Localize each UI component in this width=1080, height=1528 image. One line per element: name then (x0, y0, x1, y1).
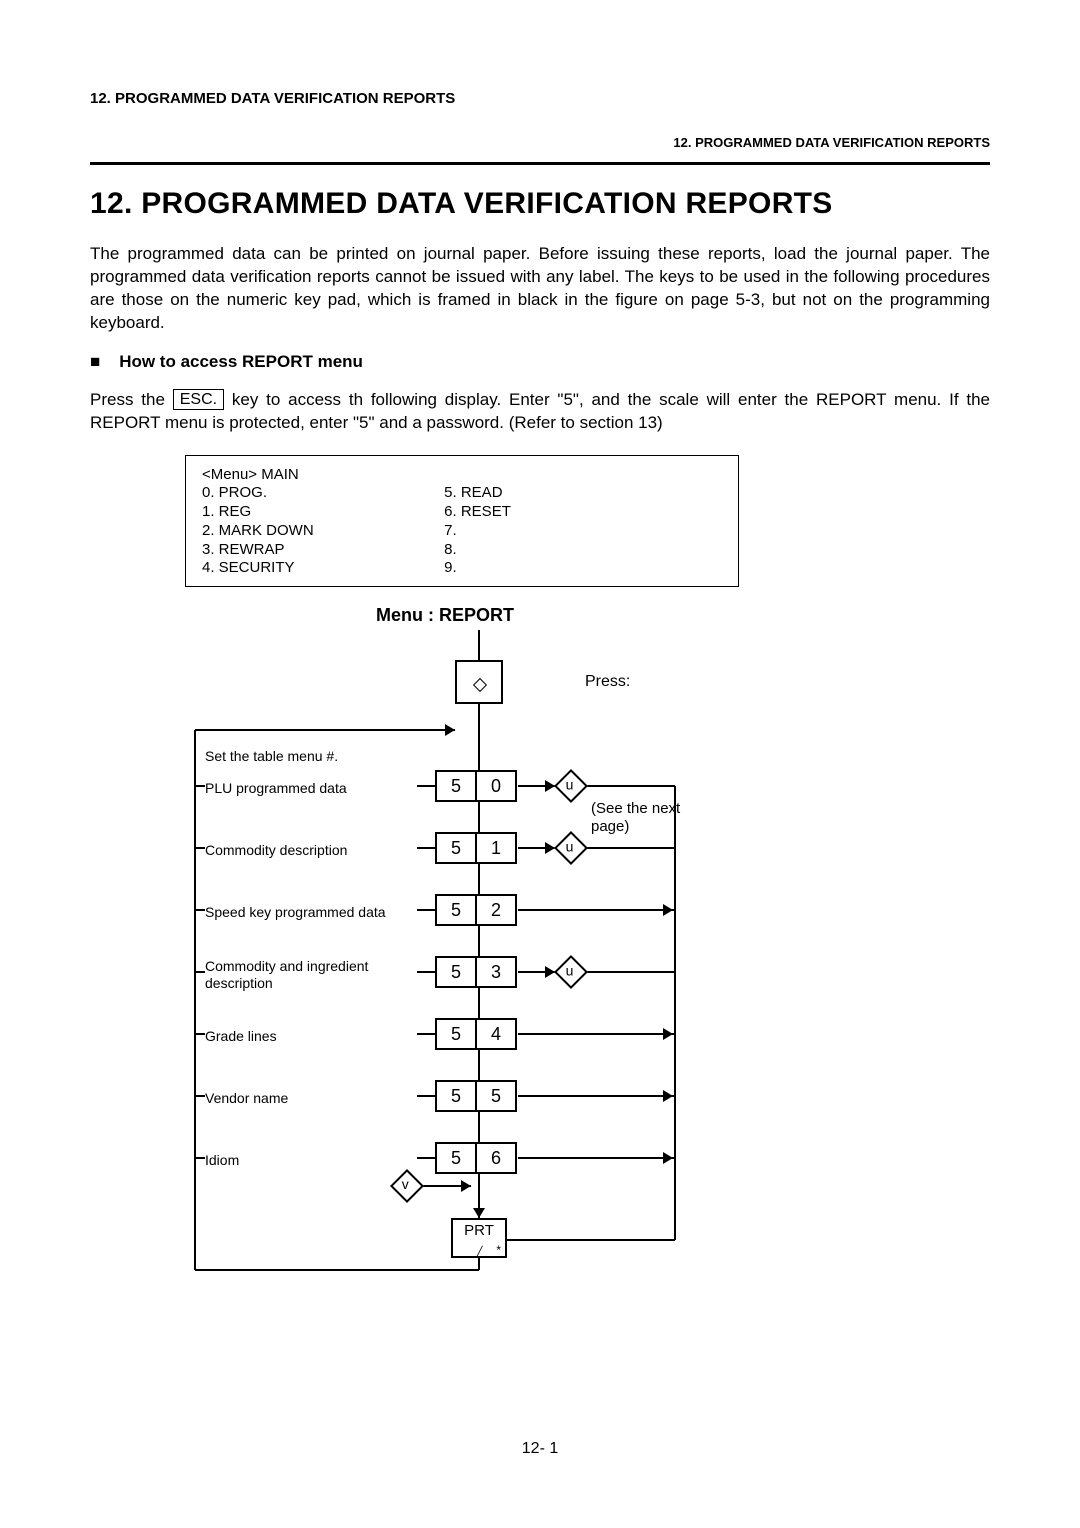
flow-diagram: Press: Set the table menu #. PLU program… (185, 630, 705, 1290)
menu-item: 4. SECURITY (202, 559, 440, 578)
keypad-digit: 5 (435, 832, 477, 864)
menu-item: 1. REG (202, 503, 440, 522)
keypad-digit: 5 (435, 1018, 477, 1050)
key-row: 5 1 (435, 832, 517, 864)
press-label: Press: (585, 672, 630, 691)
row-label: Commodity description (205, 842, 347, 859)
howto-paragraph: Press the ESC. key to access th followin… (90, 389, 990, 435)
row-label: Vendor name (205, 1090, 288, 1107)
esc-key-icon: ESC. (173, 389, 224, 410)
para2-post: key to access th following display. Ente… (90, 390, 990, 432)
keypad-digit: 1 (475, 832, 517, 864)
keypad-digit: 5 (475, 1080, 517, 1112)
see-next-label: (See the next page) (591, 800, 705, 836)
set-table-label: Set the table menu #. (205, 748, 338, 765)
arrow-right-icon (663, 1090, 673, 1102)
keypad-digit: 5 (435, 1080, 477, 1112)
row-label: Grade lines (205, 1028, 277, 1045)
arrow-right-icon (663, 1028, 673, 1040)
menu-item: 3. REWRAP (202, 541, 440, 560)
intro-paragraph: The programmed data can be printed on jo… (90, 243, 990, 335)
menu-report-title: Menu : REPORT (185, 605, 705, 626)
keypad-digit: 4 (475, 1018, 517, 1050)
arrow-right-icon (663, 1152, 673, 1164)
arrow-right-icon (461, 1180, 471, 1192)
howto-label: How to access REPORT menu (119, 352, 363, 371)
prt-label: PRT (464, 1222, 494, 1239)
arrow-down-icon (473, 1208, 485, 1218)
key-row: 5 4 (435, 1018, 517, 1050)
key-row: 5 5 (435, 1080, 517, 1112)
menu-item: 0. PROG. (202, 484, 440, 503)
row-label: PLU programmed data (205, 780, 347, 797)
keypad-digit: 2 (475, 894, 517, 926)
page-number: 12- 1 (0, 1440, 1080, 1458)
keypad-digit: 5 (435, 894, 477, 926)
prt-key-icon: PRT ╱* (451, 1218, 507, 1258)
menu-item: 2. MARK DOWN (202, 522, 440, 541)
arrow-right-icon (445, 724, 455, 736)
key-row: 5 0 (435, 770, 517, 802)
entry-node (455, 660, 503, 704)
para2-pre: Press the (90, 390, 173, 409)
header-rule (90, 162, 990, 165)
chapter-title: 12. PROGRAMMED DATA VERIFICATION REPORTS (90, 187, 990, 221)
header-sub: 12. PROGRAMMED DATA VERIFICATION REPORTS (90, 135, 990, 150)
key-row: 5 2 (435, 894, 517, 926)
header-small: 12. PROGRAMMED DATA VERIFICATION REPORTS (90, 90, 990, 107)
arrow-right-icon (663, 904, 673, 916)
row-label: Commodity and ingredient description (205, 958, 368, 992)
bullet-icon: ■ (90, 352, 100, 371)
keypad-digit: 6 (475, 1142, 517, 1174)
row-label: Idiom (205, 1152, 239, 1169)
key-row: 5 3 (435, 956, 517, 988)
menu-head: <Menu> MAIN (202, 466, 722, 485)
menu-item: 8. (444, 541, 564, 560)
howto-heading: ■ How to access REPORT menu (90, 352, 990, 372)
menu-item: 9. (444, 559, 564, 578)
keypad-digit: 3 (475, 956, 517, 988)
keypad-digit: 5 (435, 1142, 477, 1174)
row-label: Speed key programmed data (205, 904, 386, 921)
main-menu-box: <Menu> MAIN 0. PROG. 1. REG 2. MARK DOWN… (185, 455, 739, 588)
keypad-digit: 0 (475, 770, 517, 802)
menu-item: 7. (444, 522, 564, 541)
key-row: 5 6 (435, 1142, 517, 1174)
keypad-digit: 5 (435, 770, 477, 802)
menu-item: 6. RESET (444, 503, 564, 522)
keypad-digit: 5 (435, 956, 477, 988)
menu-item: 5. READ (444, 484, 564, 503)
